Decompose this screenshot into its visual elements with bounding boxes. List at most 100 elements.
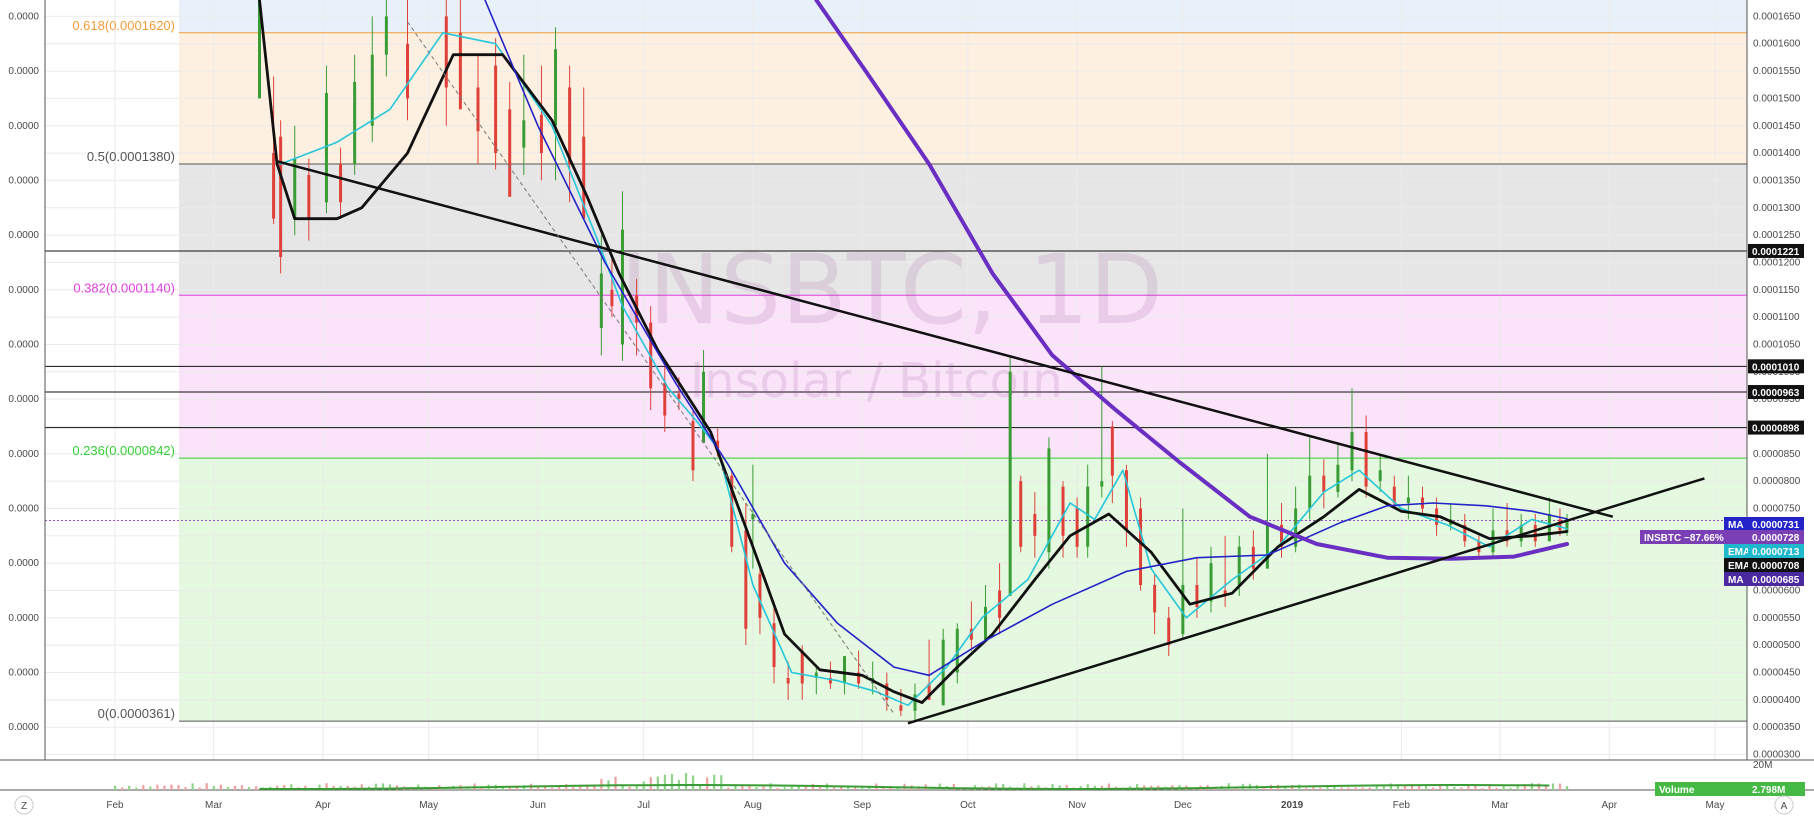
x-tick-label: Feb bbox=[1393, 800, 1411, 811]
volume-bar bbox=[170, 784, 173, 790]
fib-label: 0.5(0.0001380) bbox=[87, 149, 175, 164]
left-tick-label: 0.0000 bbox=[8, 394, 39, 405]
price-badge-tag-text: INSBTC −87.66% bbox=[1644, 533, 1724, 544]
y-tick-label: 0.0000500 bbox=[1753, 640, 1801, 651]
volume-bar bbox=[572, 787, 575, 790]
left-tick-label: 0.0000 bbox=[8, 230, 39, 241]
fib-label: 0.236(0.0000842) bbox=[72, 443, 175, 458]
volume-bar bbox=[762, 786, 765, 790]
x-tick-label: Mar bbox=[1491, 800, 1509, 811]
candle-body bbox=[1033, 513, 1037, 536]
y-tick-label: 0.0001200 bbox=[1753, 257, 1801, 268]
volume-bar bbox=[1551, 783, 1555, 790]
volume-bar bbox=[226, 787, 229, 790]
price-badge-tag-text: MA bbox=[1728, 520, 1744, 531]
y-tick-label: 0.0000750 bbox=[1753, 503, 1801, 514]
price-chart[interactable]: INSBTC, 1D Insolar / Bitcoin 0.618(0.000… bbox=[0, 0, 1814, 817]
x-tick-label: Dec bbox=[1174, 800, 1192, 811]
left-tick-label: 0.0000 bbox=[8, 668, 39, 679]
y-tick-label: 0.0001500 bbox=[1753, 93, 1801, 104]
candle-body bbox=[1153, 585, 1157, 613]
price-badge-value: 0.0000713 bbox=[1752, 547, 1800, 558]
corner-buttons[interactable]: Z A bbox=[14, 795, 1794, 815]
volume-bar bbox=[1453, 786, 1456, 790]
volume-bar bbox=[121, 787, 124, 790]
candle-body bbox=[353, 82, 357, 165]
watermark-name: Insolar / Bitcoin bbox=[690, 353, 1063, 409]
zoom-z-label: Z bbox=[21, 801, 27, 812]
candle-body bbox=[444, 16, 448, 88]
volume-bar bbox=[790, 786, 793, 790]
volume-bar bbox=[600, 778, 603, 790]
volume-bar bbox=[1340, 787, 1343, 790]
volume-bar bbox=[663, 774, 666, 790]
volume-bar bbox=[191, 783, 194, 790]
volume-bar bbox=[684, 773, 688, 790]
left-tick-label: 0.0000 bbox=[8, 613, 39, 624]
volume-bar bbox=[198, 787, 201, 790]
left-tick-label: 0.0000 bbox=[8, 66, 39, 77]
y-tick-label: 0.0001050 bbox=[1753, 339, 1801, 350]
volume-bar bbox=[783, 787, 786, 790]
volume-axis-label: 20M bbox=[1753, 760, 1772, 771]
left-tick-label: 0.0000 bbox=[8, 339, 39, 350]
volume-bar bbox=[1537, 783, 1540, 790]
candle-body bbox=[279, 136, 283, 257]
x-tick-label: Sep bbox=[853, 800, 871, 811]
volume-bar bbox=[1516, 785, 1519, 790]
candle-body bbox=[599, 273, 603, 329]
volume-bar bbox=[135, 787, 138, 790]
candle-body bbox=[384, 16, 388, 55]
volume-bar bbox=[128, 785, 131, 790]
volume-bar bbox=[1312, 787, 1315, 790]
left-tick-label: 0.0000 bbox=[8, 11, 39, 22]
candle-body bbox=[1008, 371, 1012, 596]
candle-body bbox=[293, 158, 297, 219]
volume-bar bbox=[177, 785, 180, 790]
volume-bar bbox=[649, 777, 652, 790]
y-tick-label: 0.0000600 bbox=[1753, 586, 1801, 597]
price-badge-value: 0.0000731 bbox=[1752, 520, 1800, 531]
volume-bar bbox=[938, 783, 941, 790]
volume-bar bbox=[1375, 786, 1378, 790]
x-tick-label: Jun bbox=[530, 800, 546, 811]
x-tick-label: Jul bbox=[637, 800, 650, 811]
y-tick-label: 0.0000450 bbox=[1753, 668, 1801, 679]
volume-bar bbox=[656, 776, 659, 790]
y-tick-label: 0.0000850 bbox=[1753, 449, 1801, 460]
volume-bar bbox=[149, 786, 152, 790]
candle-body bbox=[1139, 508, 1143, 586]
volume-bar bbox=[1481, 787, 1484, 790]
candle-body bbox=[1406, 497, 1410, 504]
volume-bar bbox=[1558, 783, 1562, 790]
volume-bar bbox=[628, 786, 631, 790]
candle-body bbox=[663, 382, 667, 416]
volume-bar bbox=[670, 774, 674, 790]
left-tick-label: 0.0000 bbox=[8, 503, 39, 514]
x-tick-label: Apr bbox=[315, 800, 331, 811]
level-badge-text: 0.0000898 bbox=[1752, 424, 1800, 435]
volume-bar bbox=[713, 774, 716, 790]
volume-bar bbox=[776, 787, 779, 790]
x-tick-label: Feb bbox=[106, 800, 124, 811]
y-tick-label: 0.0001550 bbox=[1753, 66, 1801, 77]
volume-bar bbox=[142, 785, 145, 790]
volume-bar bbox=[558, 786, 561, 790]
x-tick-label: May bbox=[1706, 800, 1725, 811]
volume-bar bbox=[1354, 787, 1357, 790]
volume-bar bbox=[1495, 787, 1498, 790]
volume-bar bbox=[163, 785, 166, 790]
candle-body bbox=[800, 650, 804, 684]
volume-bar bbox=[247, 787, 251, 790]
volume-bar bbox=[1425, 785, 1428, 790]
fib-labels: 0.618(0.0001620) 0.5(0.0001380) 0.382(0.00… bbox=[72, 18, 175, 721]
y-tick-label: 0.0000800 bbox=[1753, 476, 1801, 487]
volume-bar bbox=[832, 787, 836, 790]
auto-scale-label: A bbox=[1781, 801, 1788, 812]
x-tick-label: Oct bbox=[960, 800, 976, 811]
candle-body bbox=[758, 574, 762, 618]
volume-bar bbox=[114, 785, 117, 790]
volume-pane: 20M Volume 2.798M bbox=[114, 760, 1805, 796]
candle-body bbox=[1265, 524, 1269, 569]
left-tick-label: 0.0000 bbox=[8, 722, 39, 733]
